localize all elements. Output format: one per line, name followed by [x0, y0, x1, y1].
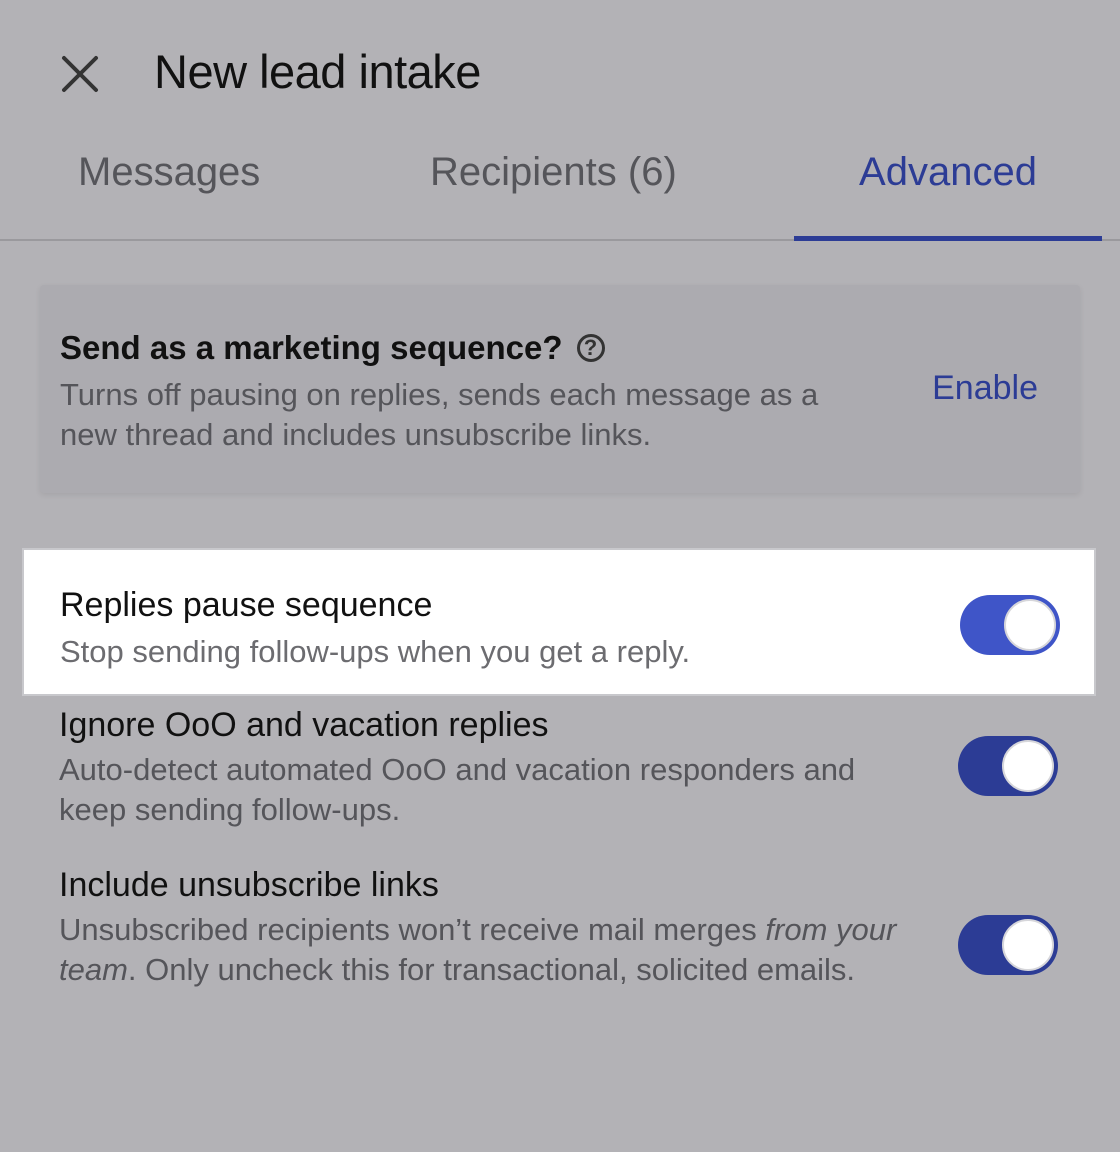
tab-advanced[interactable]: Advanced [794, 150, 1102, 195]
marketing-sequence-title: Send as a marketing sequence? ? [60, 329, 605, 367]
toggle-knob [1002, 919, 1054, 971]
tab-messages[interactable]: Messages [78, 150, 260, 195]
marketing-sequence-title-text: Send as a marketing sequence? [60, 329, 563, 366]
setting-description: Stop sending follow-ups when you get a r… [60, 634, 691, 669]
setting-ignore-ooo: Ignore OoO and vacation replies Auto-det… [0, 700, 1120, 840]
close-button[interactable] [52, 46, 108, 102]
setting-description: Unsubscribed recipients won’t receive ma… [59, 910, 909, 990]
setting-title: Replies pause sequence [60, 586, 433, 624]
description-text: . Only uncheck this for transactional, s… [127, 952, 856, 987]
replies-pause-toggle[interactable] [960, 595, 1060, 655]
tab-recipients[interactable]: Recipients (6) [430, 150, 677, 195]
setting-replies-pause: Replies pause sequence Stop sending foll… [22, 548, 1096, 696]
active-tab-indicator [794, 236, 1102, 241]
toggle-knob [1004, 599, 1056, 651]
dialog-header: New lead intake [0, 0, 1120, 150]
marketing-sequence-card: Send as a marketing sequence? ? Turns of… [40, 285, 1080, 493]
setting-title: Ignore OoO and vacation replies [59, 706, 549, 744]
marketing-sequence-description: Turns off pausing on replies, sends each… [60, 377, 819, 452]
enable-button[interactable]: Enable [932, 369, 1038, 408]
toggle-knob [1002, 740, 1054, 792]
setting-description: Auto-detect automated OoO and vacation r… [59, 752, 856, 827]
page-title: New lead intake [154, 45, 481, 98]
close-icon[interactable] [60, 54, 100, 94]
unsubscribe-links-toggle[interactable] [958, 915, 1058, 975]
setting-title: Include unsubscribe links [59, 866, 439, 904]
tab-bar: Messages Recipients (6) Advanced [0, 130, 1120, 241]
description-text: Unsubscribed recipients won’t receive ma… [59, 912, 766, 947]
setting-unsubscribe-links: Include unsubscribe links Unsubscribed r… [0, 860, 1120, 1040]
ignore-ooo-toggle[interactable] [958, 736, 1058, 796]
help-icon[interactable]: ? [576, 334, 605, 362]
